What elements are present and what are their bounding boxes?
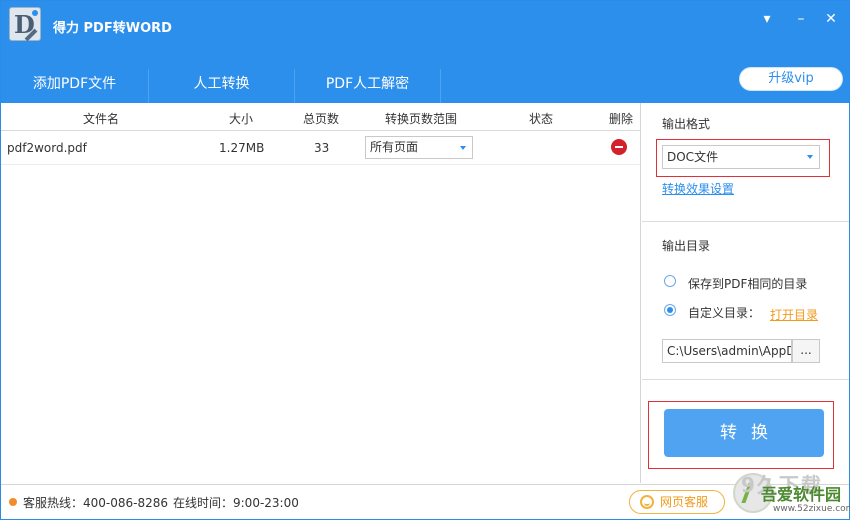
radio-same-dir-label: 保存到PDF相同的目录 xyxy=(688,277,808,291)
radio-same-dir[interactable] xyxy=(664,275,676,287)
menu-dropdown-icon[interactable]: ▾ xyxy=(757,9,777,29)
watermark-url: www.52zixue.com xyxy=(773,504,850,514)
page-range-value: 所有页面 xyxy=(370,140,419,154)
tab-add-pdf[interactable]: 添加PDF文件 xyxy=(1,69,149,103)
delete-icon[interactable] xyxy=(611,139,627,155)
title-bar: D 得力 PDF转WORD ▾ – ✕ xyxy=(1,1,849,61)
hotline-text: 客服热线：400-086-8286 xyxy=(23,496,169,510)
output-format-value: DOC文件 xyxy=(667,150,719,164)
output-format-title: 输出格式 xyxy=(662,117,711,131)
output-format-select[interactable]: DOC文件 xyxy=(662,145,820,169)
online-time-text: 在线时间：9:00-23:00 xyxy=(173,496,299,510)
column-status: 状态 xyxy=(529,112,554,126)
conversion-settings-link[interactable]: 转换效果设置 xyxy=(662,180,734,197)
column-pages: 总页数 xyxy=(303,112,340,126)
column-size: 大小 xyxy=(229,112,254,126)
divider xyxy=(642,221,849,222)
close-button[interactable]: ✕ xyxy=(821,9,841,29)
table-row[interactable]: pdf2word.pdf 1.27MB 33 所有页面 xyxy=(1,131,640,165)
upgrade-vip-button[interactable]: 升级vip xyxy=(739,67,843,91)
logo-dot-icon xyxy=(32,10,38,16)
web-service-button[interactable]: 网页客服 xyxy=(629,490,725,514)
watermark-site-name: 吾爱软件园 xyxy=(761,485,842,504)
radio-custom-dir[interactable] xyxy=(664,304,676,316)
output-path-field[interactable]: C:\Users\admin\AppData xyxy=(662,339,792,363)
minimize-button[interactable]: – xyxy=(791,9,811,29)
open-dir-link[interactable]: 打开目录 xyxy=(770,306,818,323)
status-dot-icon xyxy=(9,498,17,506)
file-list-panel: 文件名 大小 总页数 转换页数范围 状态 删除 pdf2word.pdf 1.2… xyxy=(1,103,641,483)
table-header: 文件名 大小 总页数 转换页数范围 状态 删除 xyxy=(1,103,640,131)
smile-icon xyxy=(640,495,654,509)
column-delete: 删除 xyxy=(609,112,634,126)
tab-manual-convert[interactable]: 人工转换 xyxy=(149,69,295,103)
output-dir-title: 输出目录 xyxy=(662,239,711,253)
chevron-down-icon xyxy=(807,155,813,159)
row-filename: pdf2word.pdf xyxy=(7,141,87,155)
row-pages: 33 xyxy=(314,141,330,155)
divider xyxy=(642,379,849,380)
web-service-label: 网页客服 xyxy=(660,495,709,509)
app-title: 得力 PDF转WORD xyxy=(53,21,172,36)
toolbar: 添加PDF文件 人工转换 PDF人工解密 升级vip xyxy=(1,61,849,103)
app-logo: D xyxy=(9,7,41,42)
app-window: D 得力 PDF转WORD ▾ – ✕ 添加PDF文件 人工转换 PDF人工解密… xyxy=(0,0,850,520)
column-filename: 文件名 xyxy=(83,112,120,126)
chevron-down-icon xyxy=(460,146,466,150)
tab-pdf-decrypt[interactable]: PDF人工解密 xyxy=(295,69,441,103)
page-range-select[interactable]: 所有页面 xyxy=(365,136,473,159)
status-bar: 客服热线：400-086-8286 在线时间：9:00-23:00 网页客服 xyxy=(1,484,849,519)
browse-button[interactable]: ... xyxy=(792,339,820,363)
radio-custom-dir-label: 自定义目录： xyxy=(688,306,761,320)
row-size: 1.27MB xyxy=(219,141,265,155)
settings-panel: 输出格式 DOC文件 转换效果设置 输出目录 保存到PDF相同的目录 自定义目录… xyxy=(642,103,849,483)
convert-button[interactable]: 转换 xyxy=(664,409,824,457)
column-range: 转换页数范围 xyxy=(385,112,458,126)
